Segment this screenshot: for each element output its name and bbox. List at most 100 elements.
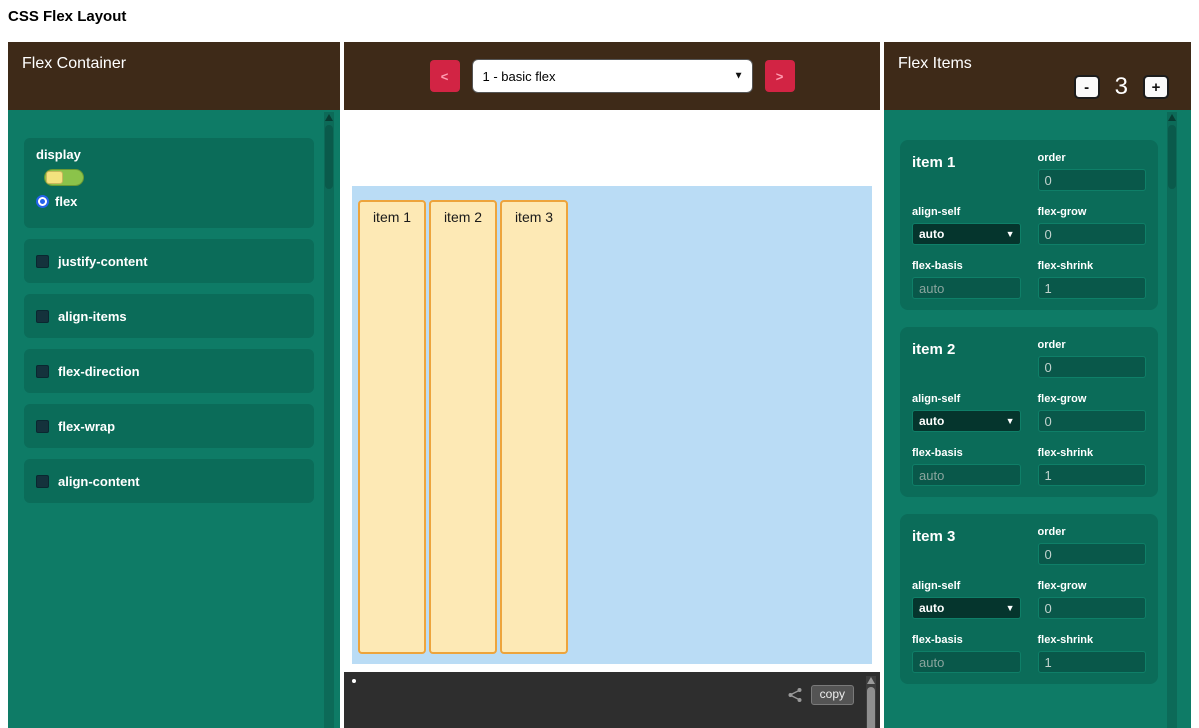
order-field: order [1038, 152, 1147, 191]
example-select-wrap: 1 - basic flex ▼ [472, 59, 753, 93]
left-panel-scrollbar[interactable] [324, 112, 334, 728]
flex-shrink-label: flex-shrink [1038, 260, 1147, 272]
property-card-justify-content: justify-content [24, 239, 314, 283]
flex-basis-input[interactable] [912, 464, 1021, 486]
align-content-checkbox[interactable] [36, 475, 49, 488]
preview-header: < 1 - basic flex ▼ > [344, 42, 880, 110]
flex-grow-label: flex-grow [1038, 206, 1147, 218]
flex-grow-input[interactable] [1038, 223, 1147, 245]
align-self-select[interactable]: auto [912, 410, 1021, 432]
order-field: order [1038, 526, 1147, 565]
flex-wrap-checkbox[interactable] [36, 420, 49, 433]
property-label: justify-content [58, 254, 148, 269]
flex-shrink-input[interactable] [1038, 464, 1147, 486]
flex-grow-field: flex-grow [1038, 393, 1147, 432]
order-field: order [1038, 339, 1147, 378]
code-scrollbar[interactable] [866, 676, 876, 728]
code-block: <style> .flex-container { display: flex; [364, 714, 513, 728]
flex-radio[interactable] [36, 195, 49, 208]
item-count-controls: - 3 + [1074, 73, 1169, 101]
example-navigation: < 1 - basic flex ▼ > [344, 42, 880, 110]
flex-basis-label: flex-basis [912, 634, 1021, 646]
scroll-up-icon[interactable] [1168, 114, 1176, 121]
flex-basis-label: flex-basis [912, 260, 1021, 272]
flex-shrink-label: flex-shrink [1038, 447, 1147, 459]
scrollbar-thumb[interactable] [867, 687, 875, 728]
copy-button[interactable]: copy [811, 685, 854, 705]
flex-container-header: Flex Container [8, 42, 340, 110]
property-label: align-content [58, 474, 140, 489]
align-self-select-wrap: auto ▼ [912, 410, 1021, 432]
order-label: order [1038, 526, 1147, 538]
flex-shrink-field: flex-shrink [1038, 634, 1147, 673]
example-select[interactable]: 1 - basic flex [472, 59, 753, 93]
next-example-button[interactable]: > [765, 60, 795, 92]
prev-example-button[interactable]: < [430, 60, 460, 92]
scroll-up-icon[interactable] [325, 114, 333, 121]
align-self-select[interactable]: auto [912, 223, 1021, 245]
code-panel: copy <style> .flex-container { display: … [344, 672, 880, 728]
property-card-flex-direction: flex-direction [24, 349, 314, 393]
item-card-title: item 1 [912, 152, 1021, 191]
item-card-2: item 2 order align-self auto ▼ flex-grow [900, 327, 1158, 497]
flex-basis-label: flex-basis [912, 447, 1021, 459]
property-card-align-items: align-items [24, 294, 314, 338]
order-input[interactable] [1038, 356, 1147, 378]
align-self-label: align-self [912, 580, 1021, 592]
flex-radio-label: flex [55, 194, 77, 209]
item-card-1: item 1 order align-self auto ▼ flex-grow [900, 140, 1158, 310]
flex-shrink-input[interactable] [1038, 277, 1147, 299]
share-icon[interactable] [787, 687, 803, 703]
flex-items-body: item 1 order align-self auto ▼ flex-grow [884, 110, 1191, 728]
preview-panel: < 1 - basic flex ▼ > item 1 item 2 item … [344, 42, 880, 728]
item-count: 3 [1115, 73, 1128, 101]
flex-items-title: Flex Items [898, 55, 972, 73]
flex-basis-field: flex-basis [912, 634, 1021, 673]
flex-grow-field: flex-grow [1038, 206, 1147, 245]
flex-basis-field: flex-basis [912, 447, 1021, 486]
flex-grow-label: flex-grow [1038, 393, 1147, 405]
preview-flex-item: item 1 [358, 200, 426, 654]
item-card-title: item 3 [912, 526, 1021, 565]
flex-container-panel: Flex Container display flex justify-cont… [8, 42, 340, 728]
right-panel-scrollbar[interactable] [1167, 112, 1177, 728]
display-toggle[interactable] [44, 169, 84, 186]
decrease-items-button[interactable]: - [1074, 75, 1100, 99]
order-input[interactable] [1038, 169, 1147, 191]
flex-basis-input[interactable] [912, 277, 1021, 299]
display-control-card: display flex [24, 138, 314, 228]
align-self-field: align-self auto ▼ [912, 206, 1021, 245]
scrollbar-thumb[interactable] [1168, 125, 1176, 189]
align-self-select[interactable]: auto [912, 597, 1021, 619]
flex-basis-field: flex-basis [912, 260, 1021, 299]
property-card-flex-wrap: flex-wrap [24, 404, 314, 448]
flex-shrink-field: flex-shrink [1038, 447, 1147, 486]
preview-flex-item: item 3 [500, 200, 568, 654]
code-bullet-dot [352, 679, 356, 683]
align-self-label: align-self [912, 393, 1021, 405]
flex-items-header: Flex Items - 3 + [884, 42, 1191, 110]
page-title: CSS Flex Layout [8, 8, 126, 25]
flex-basis-input[interactable] [912, 651, 1021, 673]
flex-shrink-input[interactable] [1038, 651, 1147, 673]
flex-grow-input[interactable] [1038, 410, 1147, 432]
order-label: order [1038, 152, 1147, 164]
justify-content-checkbox[interactable] [36, 255, 49, 268]
property-label: flex-direction [58, 364, 140, 379]
flex-direction-checkbox[interactable] [36, 365, 49, 378]
order-input[interactable] [1038, 543, 1147, 565]
preview-flex-item: item 2 [429, 200, 497, 654]
scroll-up-icon[interactable] [867, 677, 875, 684]
property-card-align-content: align-content [24, 459, 314, 503]
scrollbar-thumb[interactable] [325, 125, 333, 189]
item-card-3: item 3 order align-self auto ▼ flex-grow [900, 514, 1158, 684]
flex-grow-input[interactable] [1038, 597, 1147, 619]
align-items-checkbox[interactable] [36, 310, 49, 323]
code-toolbar: copy [787, 685, 854, 705]
order-label: order [1038, 339, 1147, 351]
flex-container-title: Flex Container [22, 55, 126, 73]
increase-items-button[interactable]: + [1143, 75, 1169, 99]
flex-container-body: display flex justify-content align-items… [8, 110, 340, 728]
flex-shrink-field: flex-shrink [1038, 260, 1147, 299]
flex-shrink-label: flex-shrink [1038, 634, 1147, 646]
